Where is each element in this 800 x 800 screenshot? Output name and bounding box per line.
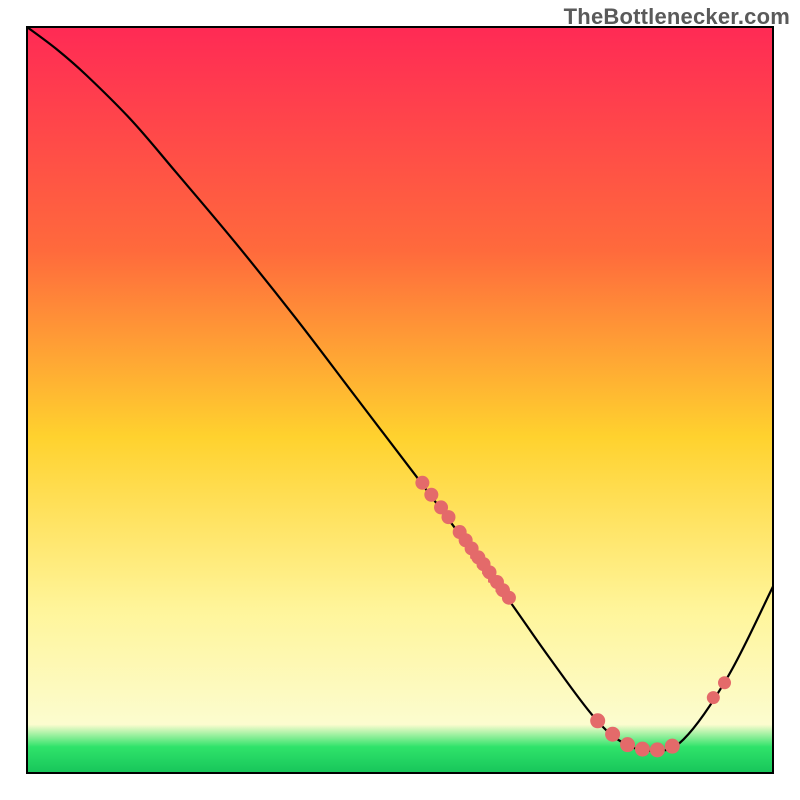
marker-dot bbox=[650, 742, 665, 757]
watermark-text: TheBottlenecker.com bbox=[564, 4, 790, 30]
bottleneck-chart bbox=[0, 0, 800, 800]
marker-dot bbox=[605, 727, 620, 742]
marker-dot bbox=[502, 591, 516, 605]
marker-dot bbox=[620, 737, 635, 752]
marker-dot bbox=[424, 488, 438, 502]
marker-dot bbox=[415, 476, 429, 490]
chart-stage: TheBottlenecker.com bbox=[0, 0, 800, 800]
marker-dot bbox=[665, 739, 680, 754]
marker-dot bbox=[441, 510, 455, 524]
marker-dot bbox=[707, 691, 720, 704]
marker-dot bbox=[590, 713, 605, 728]
plot-background-gradient bbox=[27, 27, 773, 773]
marker-dot bbox=[718, 676, 731, 689]
marker-dot bbox=[635, 742, 650, 757]
